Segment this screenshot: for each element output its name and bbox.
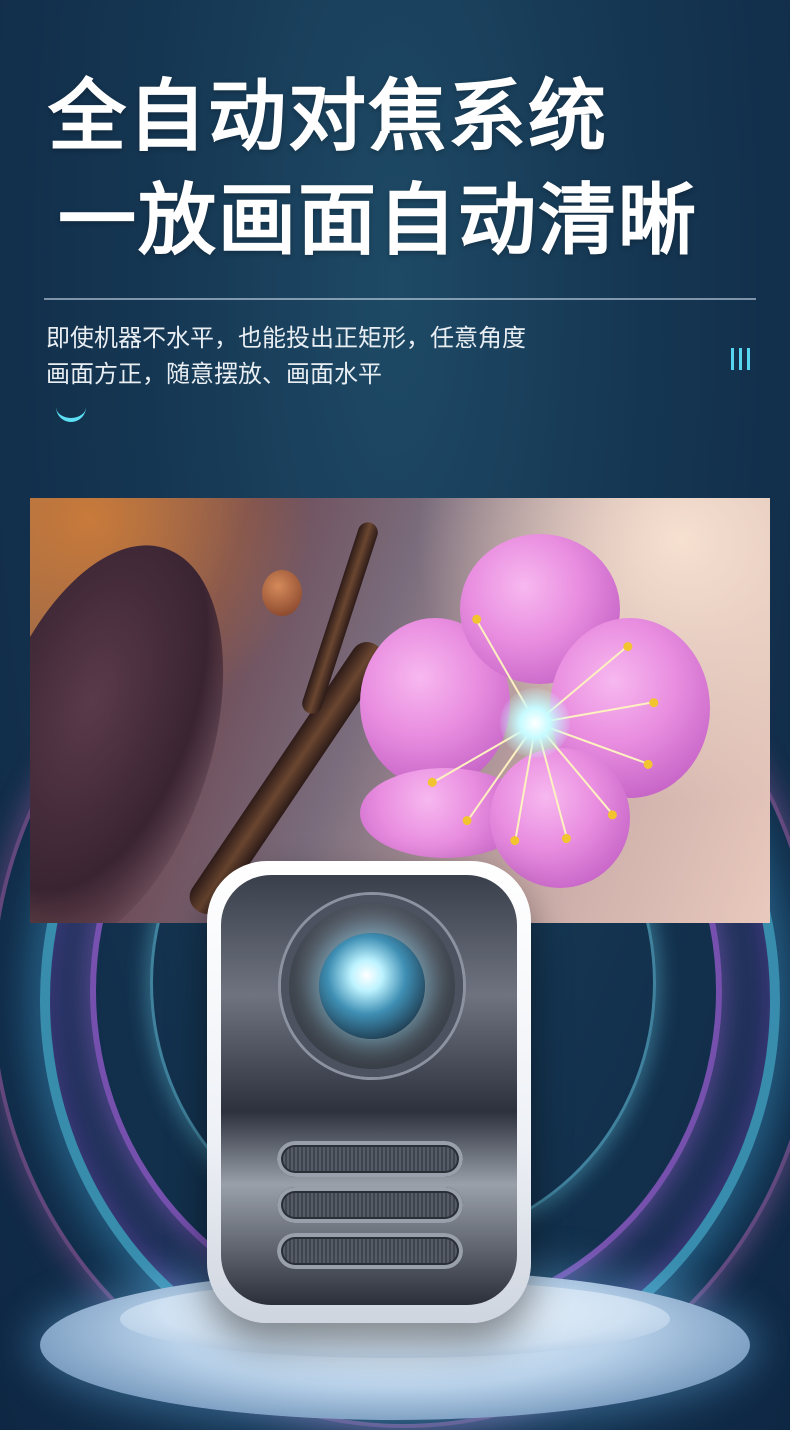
header-divider: [44, 298, 756, 300]
product-page: 全自动对焦系统 一放画面自动清晰 即使机器不水平，也能投出正矩形，任意角度 画面…: [0, 0, 790, 1430]
projector-device: [207, 861, 531, 1323]
speaker-grille: [277, 1141, 463, 1177]
lens-icon: [319, 933, 425, 1039]
projector-front-panel: [221, 875, 517, 1305]
subtitle-line-1: 即使机器不水平，也能投出正矩形，任意角度: [46, 324, 526, 352]
projected-flower-image: [30, 498, 770, 923]
headline-line-2: 一放画面自动清晰: [58, 176, 699, 266]
light-flare: [500, 688, 570, 758]
speaker-grille: [277, 1233, 463, 1269]
subtitle-line-2: 画面方正，随意摆放、画面水平: [46, 360, 382, 388]
speaker-grille: [277, 1187, 463, 1223]
vertical-bars-icon: [731, 348, 755, 372]
smile-arc-icon: [56, 404, 86, 422]
headline-line-1: 全自动对焦系统: [48, 72, 609, 162]
lens-housing: [281, 895, 463, 1077]
flower-bud: [262, 570, 302, 616]
